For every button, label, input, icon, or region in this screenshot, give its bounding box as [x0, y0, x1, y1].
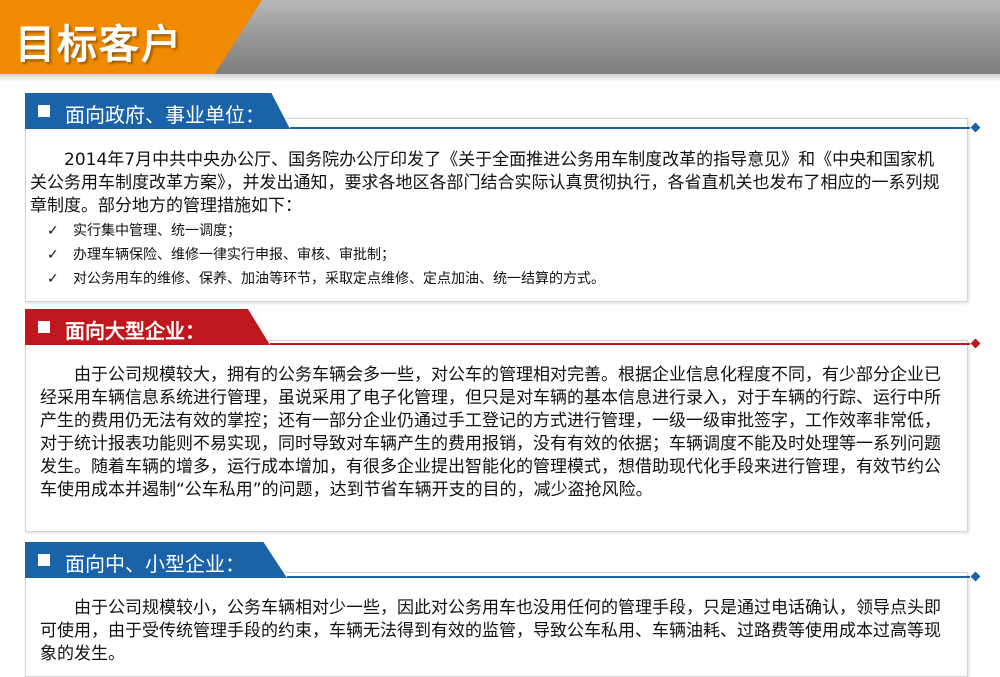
checkmark-icon: ✓	[47, 223, 59, 239]
title-bar-shadow	[0, 74, 1000, 82]
list-item: ✓ 办理车辆保险、维修一律实行申报、审核、审批制；	[45, 243, 925, 267]
section-heading: 面向大型企业：	[65, 319, 205, 343]
list-item: ✓ 实行集中管理、统一调度；	[45, 219, 925, 243]
list-item-text: 办理车辆保险、维修一律实行申报、审核、审批制；	[73, 247, 395, 263]
page-title: 目标客户	[15, 22, 183, 68]
diamond-icon	[970, 338, 981, 349]
header-rule	[270, 343, 970, 345]
section-paragraph: 2014年7月中共中央办公厅、国务院办公厅印发了《关于全面推进公务用车制度改革的…	[30, 150, 940, 216]
section-paragraph: 由于公司规模较小，公务车辆相对少一些，因此对公务用车也没用任何的管理手段，只是通…	[40, 598, 941, 664]
bullet-square-icon	[38, 554, 50, 566]
section-heading: 面向中、小型企业：	[65, 552, 245, 576]
header-rule	[290, 127, 970, 129]
list-item-text: 对公务用车的维修、保养、加油等环节，采取定点维修、定点加油、统一结算的方式。	[73, 271, 605, 287]
section-paragraph: 由于公司规模较大，拥有的公务车辆会多一些，对公车的管理相对完善。根据企业信息化程…	[40, 365, 941, 500]
measures-list: ✓ 实行集中管理、统一调度； ✓ 办理车辆保险、维修一律实行申报、审核、审批制； ✓…	[45, 219, 925, 291]
checkmark-icon: ✓	[47, 247, 59, 263]
section-header-large-enterprise: 面向大型企业：	[25, 309, 981, 349]
bullet-square-icon	[38, 321, 50, 333]
list-item-text: 实行集中管理、统一调度；	[73, 223, 241, 239]
checkmark-icon: ✓	[47, 271, 59, 287]
diamond-icon	[970, 571, 981, 582]
section-header-government: 面向政府、事业单位：	[25, 93, 981, 133]
section-heading: 面向政府、事业单位：	[65, 103, 265, 127]
section-header-small-enterprise: 面向中、小型企业：	[25, 542, 981, 582]
bullet-square-icon	[38, 105, 50, 117]
header-rule	[287, 576, 970, 578]
diamond-icon	[970, 122, 981, 133]
list-item: ✓ 对公务用车的维修、保养、加油等环节，采取定点维修、定点加油、统一结算的方式。	[45, 267, 925, 291]
